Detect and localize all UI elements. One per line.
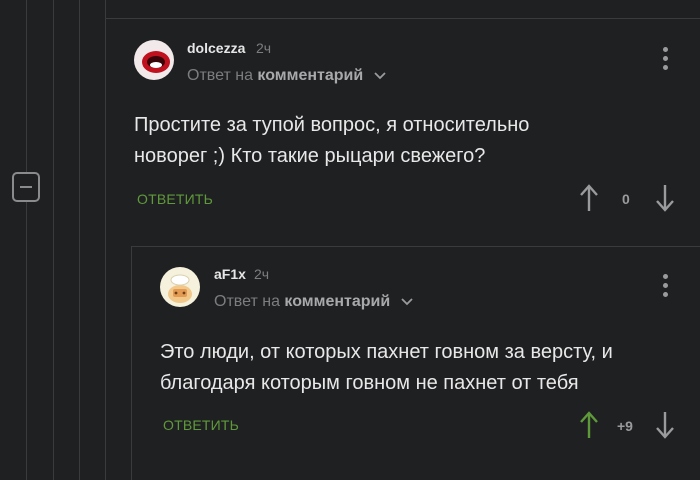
more-options-icon[interactable] <box>663 274 669 300</box>
timestamp: 2ч <box>254 266 270 282</box>
downvote-arrow-icon[interactable] <box>656 184 674 212</box>
vote-score: 0 <box>622 191 630 207</box>
cartoon-avatar-icon <box>160 267 200 307</box>
reply-to-link[interactable]: Ответ на комментарий <box>187 67 386 85</box>
upvote-arrow-icon[interactable] <box>580 411 598 439</box>
avatar[interactable] <box>160 267 200 307</box>
avatar[interactable] <box>134 40 174 80</box>
thread-connector <box>105 18 700 19</box>
comment-line: новорег ;) Кто такие рыцари свежего? <box>134 145 486 167</box>
reply-to-prefix: Ответ на <box>187 67 253 84</box>
collapse-thread-button[interactable] <box>12 172 40 202</box>
chevron-down-icon <box>374 72 386 80</box>
comment-line: благодаря которым говном не пахнет от те… <box>160 372 579 394</box>
downvote-arrow-icon[interactable] <box>656 411 674 439</box>
username[interactable]: aF1x <box>214 266 246 282</box>
reply-button[interactable]: ОТВЕТИТЬ <box>163 417 239 433</box>
vote-score: +9 <box>617 418 633 434</box>
chevron-down-icon <box>401 298 413 306</box>
timestamp: 2ч <box>256 40 272 56</box>
reply-button[interactable]: ОТВЕТИТЬ <box>137 191 213 207</box>
reply-to-target: комментарий <box>257 67 364 84</box>
more-options-icon[interactable] <box>663 47 669 73</box>
comment-line: Простите за тупой вопрос, я относительно <box>134 114 530 136</box>
thread-connector <box>131 246 700 247</box>
thread-line <box>131 246 132 480</box>
comment-body: Простите за тупой вопрос, я относительно… <box>134 110 529 172</box>
reply-to-prefix: Ответ на <box>214 293 280 310</box>
comment-body: Это люди, от которых пахнет говном за ве… <box>160 337 613 399</box>
thread-line <box>105 0 106 480</box>
red-lips-avatar-icon <box>134 40 174 80</box>
upvote-arrow-icon[interactable] <box>580 184 598 212</box>
username[interactable]: dolcezza <box>187 40 245 56</box>
reply-to-target: комментарий <box>284 293 391 310</box>
thread-line <box>26 0 27 480</box>
thread-line <box>53 0 54 480</box>
comment-line: Это люди, от которых пахнет говном за ве… <box>160 341 613 363</box>
reply-to-link[interactable]: Ответ на комментарий <box>214 293 413 311</box>
thread-line <box>79 0 80 480</box>
